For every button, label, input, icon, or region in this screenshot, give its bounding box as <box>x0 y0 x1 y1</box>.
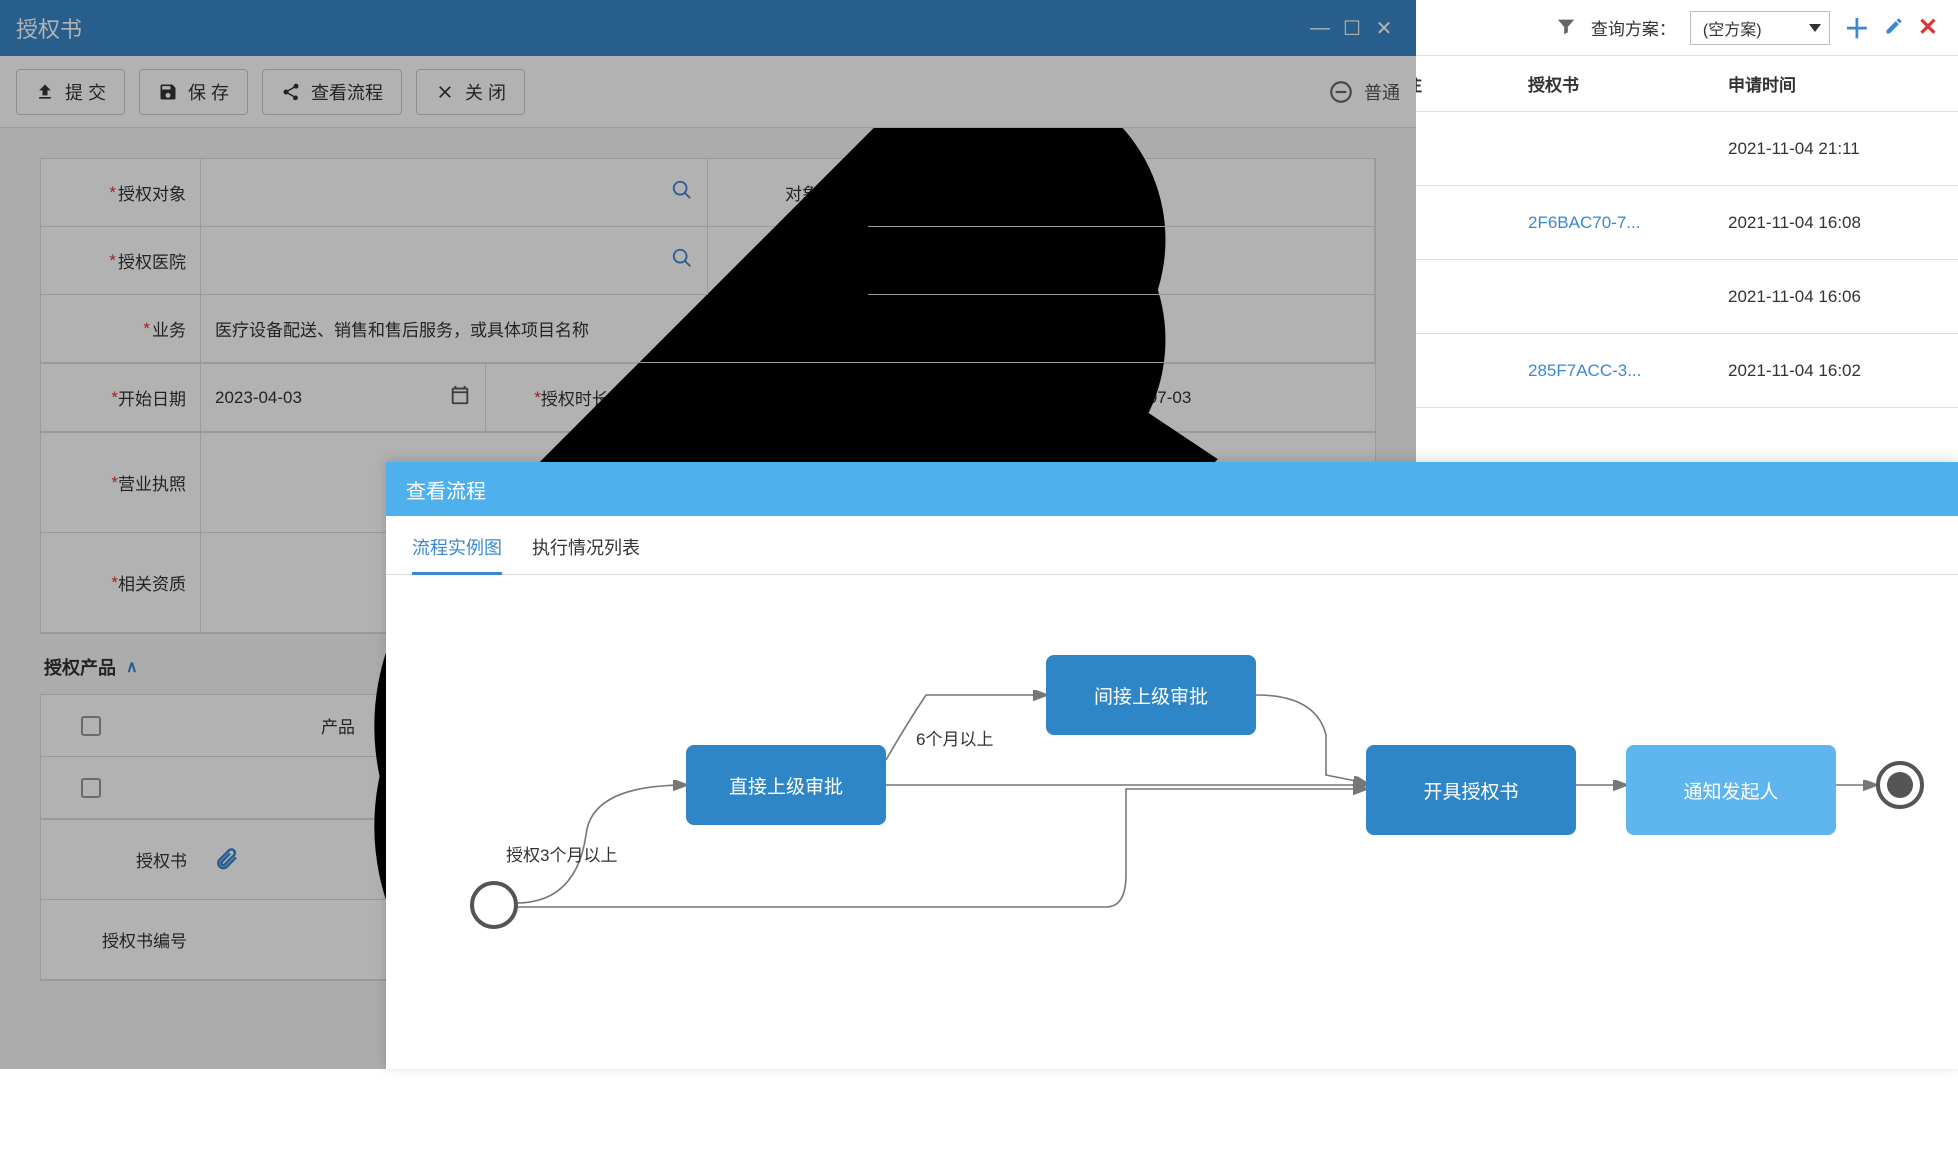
flow-tabs: 流程实例图 执行情况列表 <box>386 516 1958 575</box>
close-button[interactable]: 关 闭 <box>416 69 525 115</box>
save-label: 保 存 <box>188 79 229 105</box>
search-icon[interactable] <box>671 179 693 206</box>
hospital-province-field[interactable] <box>868 227 1375 295</box>
flow-viewer-modal: 查看流程 流程实例图 执行情况列表 授权3个月以上 6个月以 <box>386 462 1958 1069</box>
flow-modal-title: 查看流程 <box>386 462 1958 516</box>
business-label: *业务 <box>41 295 201 363</box>
time-cell: 2021-11-04 16:08 <box>1728 213 1948 233</box>
license-label: *营业执照 <box>41 433 201 533</box>
time-cell: 2021-11-04 16:02 <box>1728 361 1948 381</box>
flow-start-node <box>470 881 518 929</box>
flow-diagram-canvas: 授权3个月以上 6个月以上 直接上级审批 间接上级审批 开具授权书 通知发起人 <box>386 575 1958 1055</box>
table-row[interactable]: 2021-11-04 16:06 <box>1378 260 1958 334</box>
row-checkbox[interactable] <box>41 778 141 798</box>
query-scheme-label: 查询方案： <box>1591 15 1676 40</box>
edit-scheme-button[interactable] <box>1884 16 1904 39</box>
view-flow-button[interactable]: 查看流程 <box>262 69 402 115</box>
target-province-field[interactable] <box>868 159 1375 227</box>
auth-link[interactable]: 285F7ACC-3... <box>1528 361 1728 381</box>
table-row[interactable]: 285F7ACC-3... 2021-11-04 16:02 <box>1378 334 1958 408</box>
time-cell: 2021-11-04 21:11 <box>1728 139 1948 159</box>
flow-label-upper-branch: 6个月以上 <box>916 725 993 750</box>
minimize-button[interactable]: — <box>1304 17 1336 40</box>
table-row[interactable]: 2F6BAC70-7... 2021-11-04 16:08 <box>1378 186 1958 260</box>
flow-node-direct-approval: 直接上级审批 <box>686 745 886 825</box>
products-section-title: 授权产品 <box>44 654 116 680</box>
auth-doc-label: 授权书 <box>41 847 201 872</box>
auth-hospital-label: *授权医院 <box>41 227 201 295</box>
delete-scheme-button[interactable]: ✕ <box>1918 13 1938 42</box>
status-label: 普通 <box>1364 79 1400 105</box>
bg-table-header: 备注 授权书 申请时间 <box>1378 56 1958 112</box>
qualification-label: *相关资质 <box>41 533 201 633</box>
tab-flow-diagram[interactable]: 流程实例图 <box>412 534 502 575</box>
auth-hospital-field[interactable] <box>201 227 708 295</box>
modal-title: 授权书 <box>16 12 82 44</box>
close-window-button[interactable]: ✕ <box>1368 16 1400 41</box>
modal-titlebar: 授权书 — ☐ ✕ <box>0 0 1416 56</box>
query-scheme-select[interactable]: (空方案) <box>1690 11 1830 45</box>
select-all-checkbox[interactable] <box>41 716 141 736</box>
background-list: 备注 授权书 申请时间 2021-11-04 21:11 2F6BAC70-7.… <box>1378 56 1958 408</box>
start-date-label: *开始日期 <box>41 364 201 432</box>
view-flow-label: 查看流程 <box>311 79 383 105</box>
modal-toolbar: 提 交 保 存 查看流程 关 闭 普通 <box>0 56 1416 128</box>
flow-node-issue-auth: 开具授权书 <box>1366 745 1576 835</box>
search-icon[interactable] <box>671 247 693 274</box>
calendar-icon[interactable] <box>449 384 471 411</box>
chevron-up-icon: ∧ <box>126 657 138 677</box>
col-auth: 授权书 <box>1528 71 1728 96</box>
close-label: 关 闭 <box>465 79 506 105</box>
add-scheme-button[interactable]: ＋ <box>1844 9 1870 46</box>
status-indicator: 普通 <box>1328 79 1400 105</box>
col-time: 申请时间 <box>1728 71 1948 96</box>
table-row[interactable]: 2021-11-04 21:11 <box>1378 112 1958 186</box>
tab-execution-list[interactable]: 执行情况列表 <box>532 534 640 574</box>
submit-label: 提 交 <box>65 79 106 105</box>
chevron-down-icon <box>1809 24 1821 32</box>
maximize-button[interactable]: ☐ <box>1336 16 1368 41</box>
flow-end-node <box>1876 761 1924 809</box>
auth-target-field[interactable] <box>201 159 708 227</box>
auth-link[interactable]: 2F6BAC70-7... <box>1528 213 1728 233</box>
auth-target-label: *授权对象 <box>41 159 201 227</box>
flow-node-notify: 通知发起人 <box>1626 745 1836 835</box>
auth-no-label: 授权书编号 <box>41 927 201 952</box>
business-field[interactable]: 医疗设备配送、销售和售后服务，或具体项目名称 <box>201 295 1375 363</box>
filter-icon[interactable] <box>1555 15 1577 40</box>
time-cell: 2021-11-04 16:06 <box>1728 287 1948 307</box>
flow-label-start-branch: 授权3个月以上 <box>506 841 617 866</box>
flow-node-indirect-approval: 间接上级审批 <box>1046 655 1256 735</box>
submit-button[interactable]: 提 交 <box>16 69 125 115</box>
start-date-field[interactable]: 2023-04-03 <box>201 364 486 432</box>
query-scheme-value: (空方案) <box>1703 16 1762 40</box>
save-button[interactable]: 保 存 <box>139 69 248 115</box>
